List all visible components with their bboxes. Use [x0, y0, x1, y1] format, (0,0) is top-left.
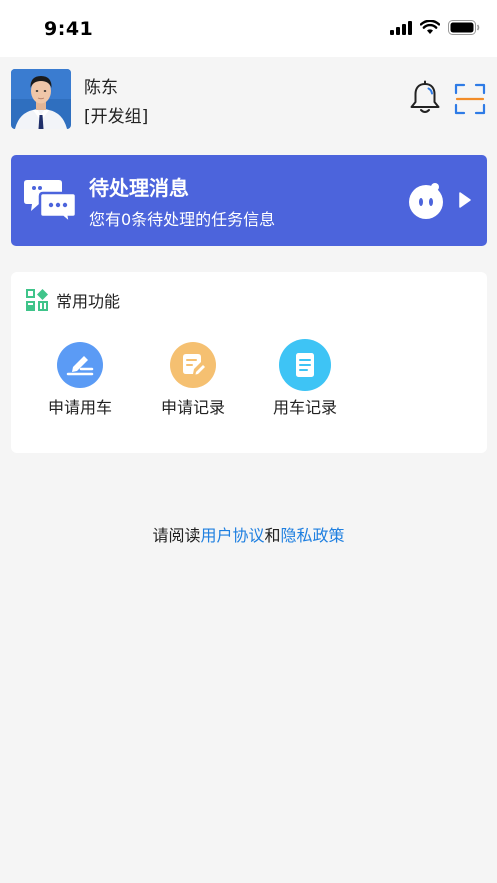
chat-bubbles-icon — [23, 177, 79, 229]
agreement-conjunction: 和 — [264, 526, 281, 545]
status-bar: 9:41 — [0, 0, 497, 57]
document-icon — [279, 339, 331, 391]
pending-messages-banner[interactable]: 待处理消息 您有0条待处理的任务信息 — [11, 155, 487, 246]
status-icons — [390, 19, 480, 39]
scan-icon — [454, 83, 486, 119]
grid-apps-icon — [26, 289, 48, 315]
cellular-signal-icon — [390, 20, 412, 39]
func-item-label: 用车记录 — [272, 398, 337, 417]
notification-button[interactable] — [406, 79, 444, 117]
banner-subtitle: 您有0条待处理的任务信息 — [89, 210, 276, 229]
user-name: 陈东 — [84, 78, 118, 98]
vehicle-records-button[interactable]: 用车记录 — [255, 338, 355, 418]
banner-title: 待处理消息 — [89, 176, 189, 200]
application-records-button[interactable]: 申请记录 — [143, 338, 243, 418]
agreement-prefix: 请阅读 — [152, 526, 201, 545]
common-functions-card: 常用功能 申请用车 申请记录 用车记录 — [11, 272, 487, 453]
wifi-icon — [419, 19, 441, 39]
edit-icon — [57, 342, 103, 388]
arrow-right-icon — [458, 192, 472, 212]
status-time: 9:41 — [44, 18, 94, 40]
avatar[interactable] — [11, 69, 71, 129]
functions-title: 常用功能 — [56, 292, 121, 311]
apply-vehicle-button[interactable]: 申请用车 — [30, 338, 130, 418]
note-edit-icon — [170, 342, 216, 388]
scan-button[interactable] — [454, 83, 486, 115]
privacy-policy-link[interactable]: 隐私政策 — [281, 526, 345, 545]
battery-icon — [448, 20, 480, 39]
user-group: [开发组] — [84, 107, 149, 127]
user-header: 陈东 [开发组] — [0, 57, 497, 137]
agreement-notice: 请阅读用户协议和隐私政策 — [0, 522, 497, 546]
user-agreement-link[interactable]: 用户协议 — [200, 526, 264, 545]
bell-icon — [406, 80, 444, 121]
func-item-label: 申请记录 — [160, 398, 225, 417]
func-item-label: 申请用车 — [47, 398, 112, 417]
mascot-icon — [407, 181, 447, 225]
